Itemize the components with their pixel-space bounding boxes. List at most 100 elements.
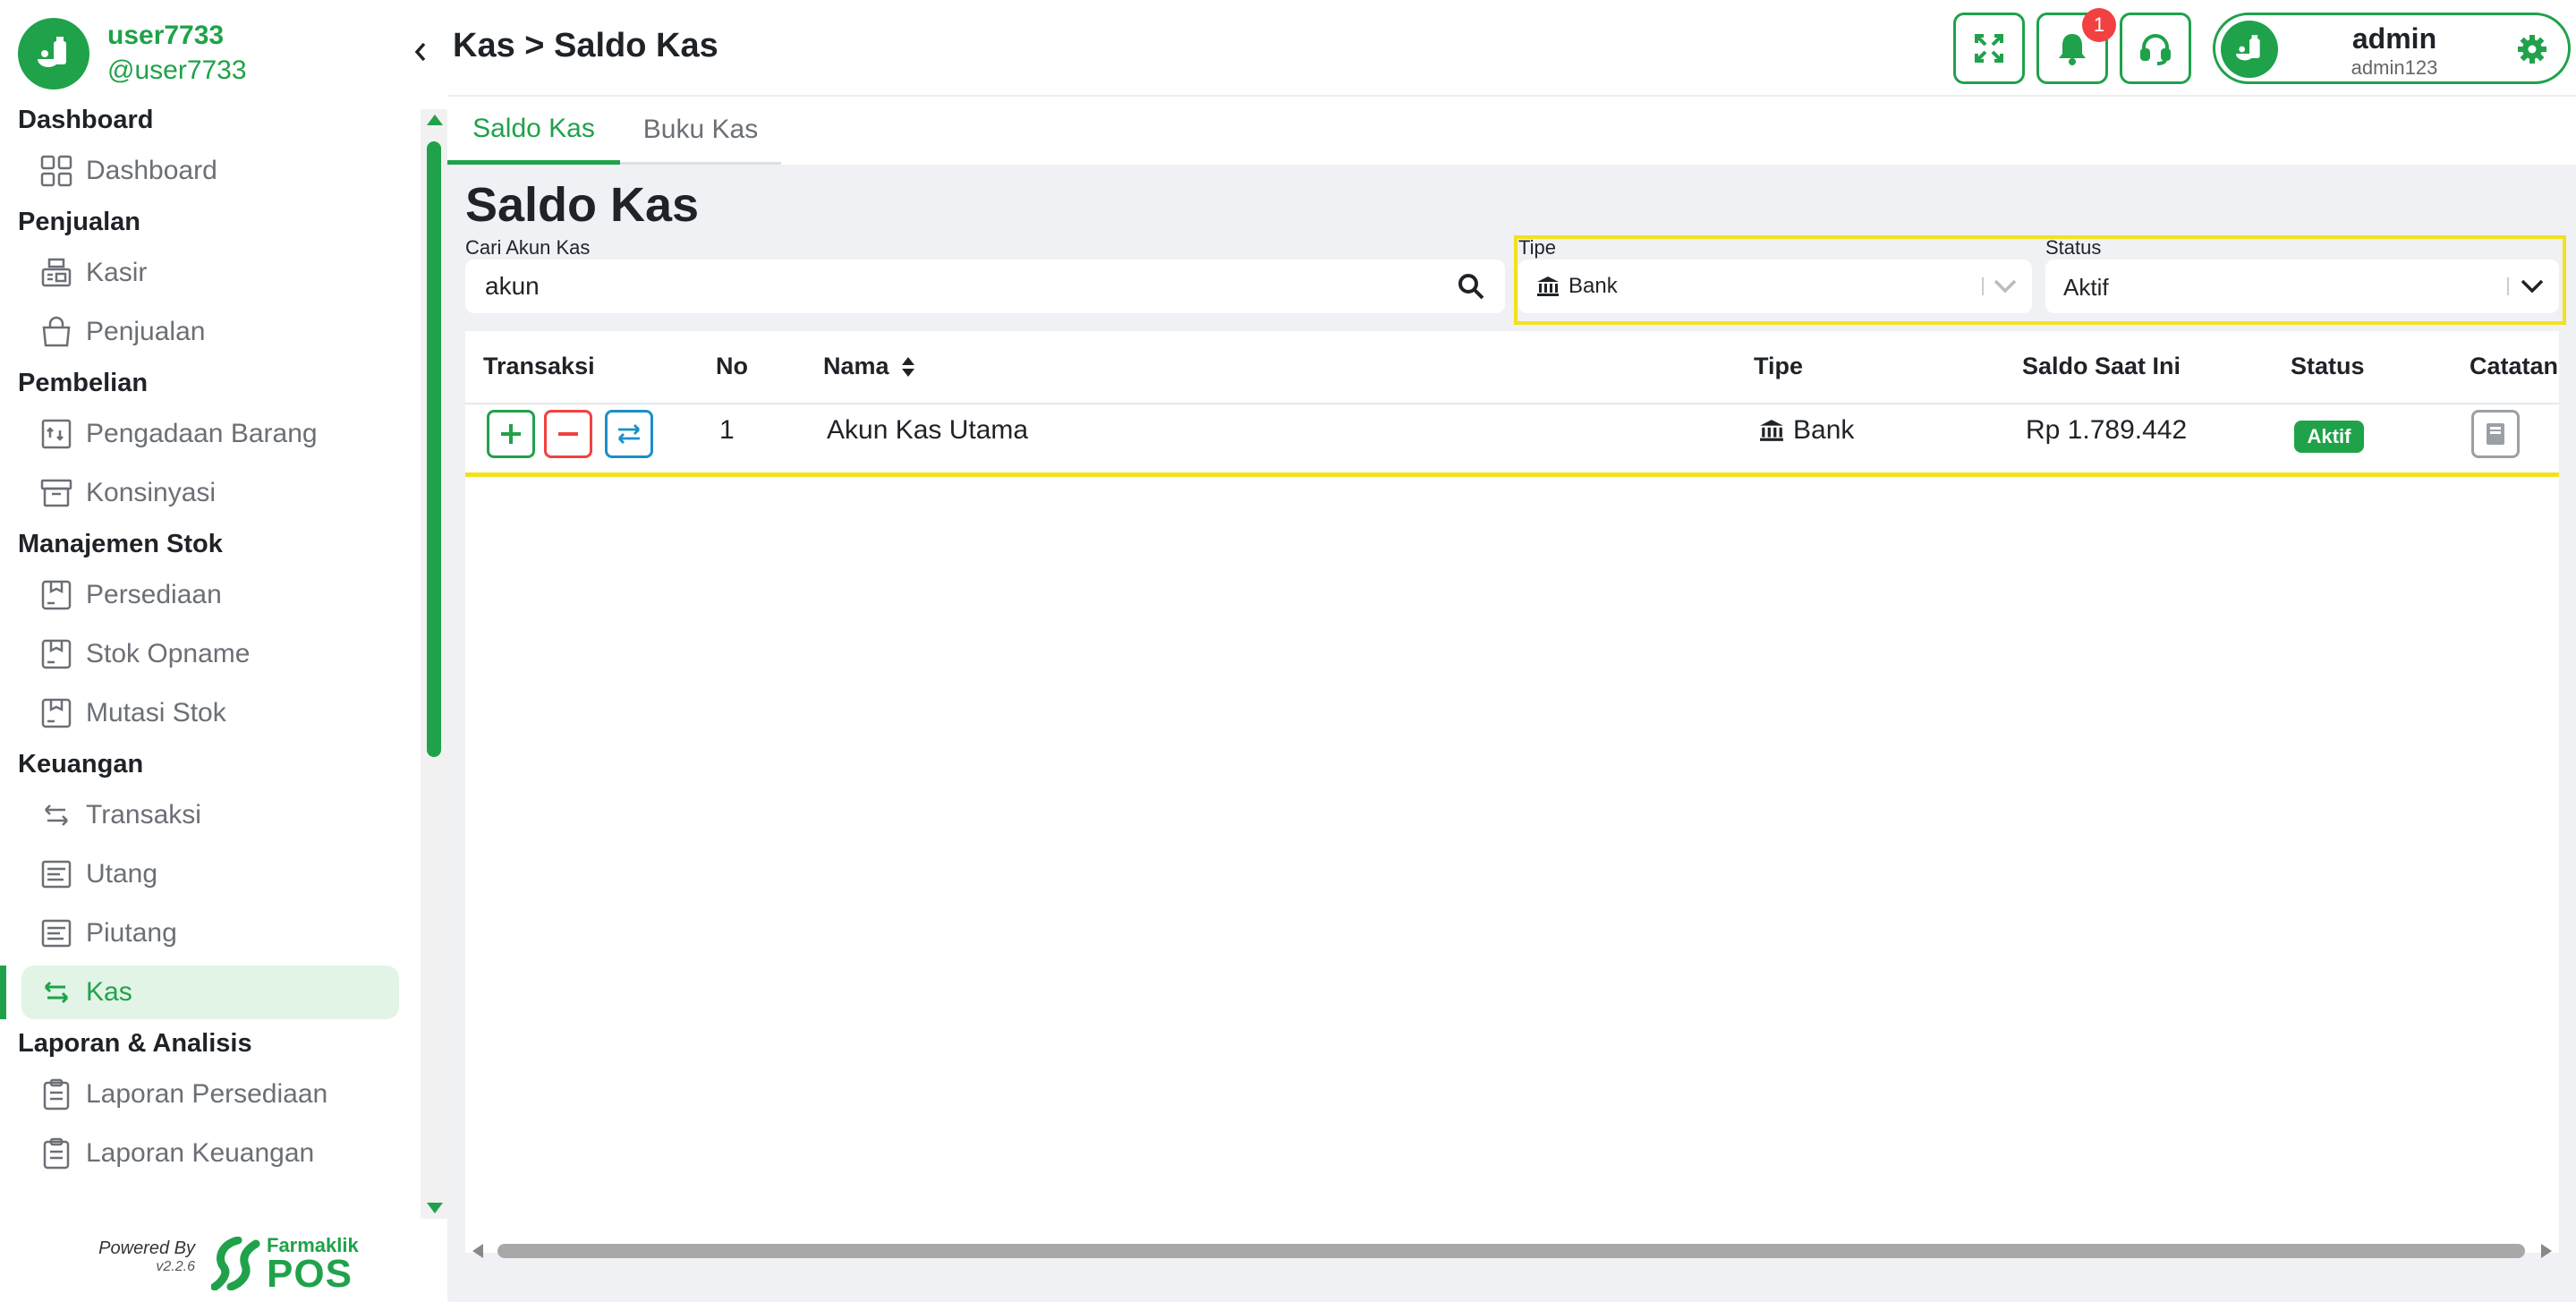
sidebar-item-laporan-keuangan[interactable]: Laporan Keuangan bbox=[0, 1124, 421, 1183]
version-text: v2.2.6 bbox=[156, 1259, 195, 1274]
profile-menu[interactable]: admin admin123 bbox=[2213, 13, 2571, 84]
tab-saldo-kas[interactable]: Saldo Kas bbox=[447, 97, 620, 165]
scroll-down-arrow-icon[interactable] bbox=[427, 1203, 443, 1213]
select-separator bbox=[1982, 277, 1984, 295]
fullscreen-button[interactable] bbox=[1953, 13, 2025, 84]
sidebar-item-label: Transaksi bbox=[86, 800, 201, 830]
powered-by: Powered By v2.2.6 bbox=[89, 1238, 195, 1275]
sidebar-item-transaksi[interactable]: Transaksi bbox=[0, 786, 421, 845]
sidebar-item-penjualan[interactable]: Penjualan bbox=[0, 302, 421, 362]
sidebar-item-piutang[interactable]: Piutang bbox=[0, 904, 421, 963]
cash-register-icon bbox=[38, 254, 75, 292]
sidebar-item-dashboard[interactable]: Dashboard bbox=[0, 141, 421, 200]
scroll-right-arrow-icon[interactable] bbox=[2541, 1244, 2552, 1258]
sidebar-item-label: Konsinyasi bbox=[86, 478, 217, 507]
procurement-icon bbox=[38, 415, 75, 453]
column-header-status: Status bbox=[2291, 353, 2365, 379]
add-transaction-button[interactable] bbox=[487, 410, 535, 458]
receipt-icon bbox=[38, 915, 75, 952]
notification-button[interactable]: 1 bbox=[2036, 8, 2116, 84]
status-filter-select[interactable]: Aktif bbox=[2045, 260, 2559, 313]
sidebar-item-label: Laporan Keuangan bbox=[86, 1138, 315, 1168]
bank-icon bbox=[1760, 420, 1783, 441]
sidebar-item-label: Kasir bbox=[86, 258, 148, 287]
user-avatar bbox=[18, 18, 89, 89]
table-header-divider bbox=[465, 403, 2559, 404]
user-block[interactable]: user7733 @user7733 bbox=[18, 18, 247, 89]
cash-transfer-icon bbox=[38, 974, 75, 1011]
sidebar-item-kasir[interactable]: Kasir bbox=[0, 243, 421, 302]
row-tipe-label: Bank bbox=[1793, 415, 1855, 445]
search-icon[interactable] bbox=[1457, 272, 1485, 301]
tab-buku-kas[interactable]: Buku Kas bbox=[620, 97, 781, 165]
row-no: 1 bbox=[719, 415, 735, 445]
sidebar-item-konsinyasi[interactable]: Konsinyasi bbox=[0, 464, 421, 523]
sidebar-item-label: Persediaan bbox=[86, 580, 222, 609]
notification-count-badge: 1 bbox=[2082, 8, 2116, 42]
sidebar-item-label: Dashboard bbox=[86, 156, 217, 185]
headset-icon bbox=[2140, 34, 2171, 65]
sidebar-scrollbar[interactable] bbox=[421, 109, 447, 1219]
column-header-catatan: Catatan bbox=[2470, 353, 2559, 379]
sidebar-item-kas[interactable]: Kas bbox=[0, 963, 421, 1022]
section-dashboard: Dashboard bbox=[18, 106, 154, 134]
cash-accounts-table: Transaksi No Nama Tipe Saldo Saat Ini St… bbox=[465, 331, 2559, 1253]
plus-icon bbox=[501, 424, 521, 444]
dashboard-grid-icon bbox=[38, 152, 75, 190]
brand-name-bottom: POS bbox=[267, 1252, 353, 1296]
chevron-left-icon bbox=[414, 42, 426, 62]
sidebar-item-pengadaan-barang[interactable]: Pengadaan Barang bbox=[0, 404, 421, 464]
select-separator bbox=[2507, 277, 2509, 295]
row-highlight-underline bbox=[465, 472, 2559, 477]
minus-icon bbox=[558, 432, 578, 436]
collapse-sidebar-button[interactable] bbox=[407, 36, 434, 68]
stock-opname-icon bbox=[38, 635, 75, 673]
transfer-arrows-icon bbox=[618, 424, 640, 444]
section-laporan: Laporan & Analisis bbox=[18, 1029, 252, 1058]
sort-icon[interactable] bbox=[900, 355, 916, 379]
column-header-nama[interactable]: Nama bbox=[823, 353, 916, 380]
note-button[interactable] bbox=[2471, 410, 2520, 458]
search-input[interactable]: akun bbox=[465, 260, 1505, 313]
sidebar-scroll-thumb[interactable] bbox=[427, 141, 441, 757]
shopping-bag-icon bbox=[38, 313, 75, 351]
section-pembelian: Pembelian bbox=[18, 369, 149, 397]
user-name: user7733 bbox=[107, 21, 225, 50]
sidebar-item-persediaan[interactable]: Persediaan bbox=[0, 566, 421, 625]
table-horizontal-scrollbar[interactable] bbox=[465, 1238, 2559, 1264]
scroll-up-arrow-icon[interactable] bbox=[427, 115, 443, 125]
sidebar-item-laporan-persediaan[interactable]: Laporan Persediaan bbox=[0, 1065, 421, 1124]
brand-logo: Farmaklik POS bbox=[211, 1235, 359, 1296]
type-filter-label: Tipe bbox=[1518, 236, 1556, 259]
row-tipe: Bank bbox=[1759, 415, 1854, 446]
sidebar-item-label: Piutang bbox=[86, 918, 177, 948]
sidebar-item-label: Penjualan bbox=[86, 317, 206, 346]
subtract-transaction-button[interactable] bbox=[544, 410, 592, 458]
sidebar-item-label: Utang bbox=[86, 859, 158, 889]
sidebar-item-stok-opname[interactable]: Stok Opname bbox=[0, 625, 421, 684]
scroll-left-arrow-icon[interactable] bbox=[472, 1244, 483, 1258]
bell-icon bbox=[2059, 34, 2086, 65]
page-title: Saldo Kas bbox=[465, 178, 700, 232]
search-input-value: akun bbox=[485, 272, 540, 300]
horizontal-scroll-thumb[interactable] bbox=[497, 1244, 2525, 1258]
sidebar-item-label: Pengadaan Barang bbox=[86, 419, 318, 448]
powered-by-text: Powered By bbox=[98, 1238, 195, 1258]
status-filter-value: Aktif bbox=[2063, 274, 2109, 301]
gear-icon[interactable] bbox=[2516, 33, 2548, 65]
sidebar-item-utang[interactable]: Utang bbox=[0, 845, 421, 904]
status-filter-label: Status bbox=[2045, 236, 2102, 259]
transfer-transaction-button[interactable] bbox=[605, 410, 653, 458]
sidebar-item-label: Stok Opname bbox=[86, 639, 251, 668]
sidebar-item-mutasi-stok[interactable]: Mutasi Stok bbox=[0, 684, 421, 743]
sidebar: user7733 @user7733 Dashboard Dashboard P… bbox=[0, 0, 447, 1302]
inventory-box-icon bbox=[38, 576, 75, 614]
sidebar-item-label: Kas bbox=[86, 977, 132, 1007]
row-saldo: Rp 1.789.442 bbox=[2026, 415, 2188, 445]
support-button[interactable] bbox=[2120, 13, 2191, 84]
sidebar-item-label: Laporan Persediaan bbox=[86, 1079, 328, 1109]
section-keuangan: Keuangan bbox=[18, 750, 144, 779]
type-filter-select[interactable]: Bank bbox=[1518, 260, 2032, 313]
active-highlight bbox=[21, 966, 399, 1019]
row-nama: Akun Kas Utama bbox=[827, 415, 1029, 445]
